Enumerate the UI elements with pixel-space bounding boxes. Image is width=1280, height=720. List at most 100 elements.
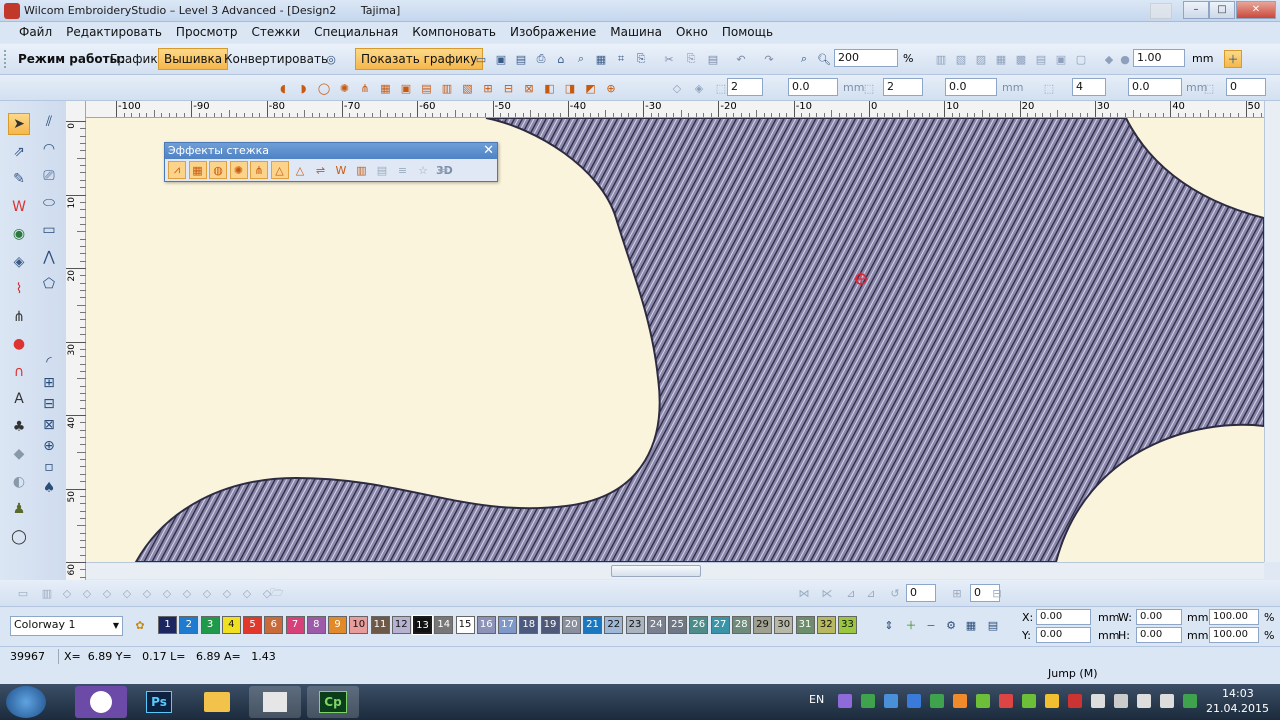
zoom-input[interactable]: 200 xyxy=(834,49,898,67)
color-swatch-9[interactable]: 9 xyxy=(328,616,347,634)
color-swatch-21[interactable]: 21 xyxy=(583,616,602,634)
color-swatch-22[interactable]: 22 xyxy=(604,616,624,634)
stitch-type-1-icon[interactable]: ◗ xyxy=(295,79,313,97)
left-tool-10-icon[interactable]: A xyxy=(8,388,30,410)
left-tool-3-icon[interactable]: W xyxy=(8,196,30,218)
param-field-e[interactable]: 4 xyxy=(1072,78,1106,96)
color-swatch-8[interactable]: 8 xyxy=(306,616,326,634)
palette-close-button[interactable]: ✕ xyxy=(483,143,494,158)
arrange-tool-3-icon[interactable]: ▦ xyxy=(992,50,1010,68)
start-button[interactable] xyxy=(6,686,46,718)
stitch-type-9-icon[interactable]: ▧ xyxy=(459,79,477,97)
stitch-effect-10-icon[interactable]: ▤ xyxy=(373,161,391,179)
left-tool2-2-icon[interactable]: ⎚ xyxy=(38,165,60,187)
file-tool-4-icon[interactable]: ⌂ xyxy=(552,50,570,68)
left-tool2-3-icon[interactable]: ⬭ xyxy=(38,192,60,214)
param-4-icon[interactable]: ⬚ xyxy=(1040,79,1058,97)
stitch-type-5-icon[interactable]: ▦ xyxy=(377,79,395,97)
color-swatch-14[interactable]: 14 xyxy=(434,616,454,634)
color-swatch-3[interactable]: 3 xyxy=(200,616,220,634)
color-swatch-4[interactable]: 4 xyxy=(221,616,241,634)
tray-1-icon[interactable] xyxy=(861,694,875,708)
left-tool-8-icon[interactable]: ● xyxy=(8,333,30,355)
swatch-scroll-icon[interactable]: ⇕ xyxy=(880,616,898,634)
left-tool-2-icon[interactable]: ✎ xyxy=(8,168,30,190)
clock-time[interactable]: 14:03 xyxy=(1222,687,1254,700)
left-tool2-6-icon[interactable]: ⬠ xyxy=(38,273,60,295)
menu-item-3[interactable]: Стежки xyxy=(245,25,308,39)
menu-item-4[interactable]: Специальная xyxy=(307,25,405,39)
remove-color-icon[interactable]: − xyxy=(922,616,940,634)
tray-11-icon[interactable] xyxy=(1091,694,1105,708)
stitch-type-6-icon[interactable]: ▣ xyxy=(397,79,415,97)
param-field-c[interactable]: 2 xyxy=(883,78,923,96)
arrange-tool-5-icon[interactable]: ▤ xyxy=(1032,50,1050,68)
sequence-11-icon[interactable]: ◇ xyxy=(238,584,256,602)
stitch-effect-6-icon[interactable]: △ xyxy=(291,161,309,179)
tray-0-icon[interactable] xyxy=(838,694,852,708)
param-field-b[interactable]: 0.0 xyxy=(788,78,838,96)
stitch-type-7-icon[interactable]: ▤ xyxy=(418,79,436,97)
w-input[interactable]: 0.00 xyxy=(1136,609,1182,625)
param-field-g[interactable]: 0 xyxy=(1226,78,1266,96)
stitch-type-14-icon[interactable]: ◨ xyxy=(561,79,579,97)
minimize-button[interactable]: – xyxy=(1183,1,1209,19)
tray-8-icon[interactable] xyxy=(1022,694,1036,708)
file-tool-6-icon[interactable]: ▦ xyxy=(592,50,610,68)
param-1-icon[interactable]: ◈ xyxy=(690,79,708,97)
color-swatch-17[interactable]: 17 xyxy=(498,616,517,634)
stitch-effect-5-icon[interactable]: △ xyxy=(270,161,289,179)
color-swatch-33[interactable]: 33 xyxy=(838,616,857,634)
sequence-8-icon[interactable]: ◇ xyxy=(178,584,196,602)
left-tool-6-icon[interactable]: ⌇ xyxy=(8,278,30,300)
left-tool-11-icon[interactable]: ♣ xyxy=(8,416,30,438)
left-tool-4-icon[interactable]: ◉ xyxy=(8,223,30,245)
color-swatch-32[interactable]: 32 xyxy=(816,616,836,634)
menu-item-1[interactable]: Редактировать xyxy=(59,25,169,39)
stitch-effect-12-icon[interactable]: ☆ xyxy=(414,161,432,179)
param-3-icon[interactable]: ⬚ xyxy=(860,79,878,97)
stitch-type-4-icon[interactable]: ⋔ xyxy=(356,79,374,97)
file-tool-1-icon[interactable]: ▣ xyxy=(492,50,510,68)
add-color-icon[interactable]: ＋ xyxy=(902,616,920,634)
color-swatch-1[interactable]: 1 xyxy=(158,616,177,634)
horizontal-scrollbar[interactable] xyxy=(86,562,1264,579)
file-tool-2-icon[interactable]: ▤ xyxy=(512,50,530,68)
horizontal-scroll-thumb[interactable] xyxy=(611,565,701,577)
left-tool2-1-icon[interactable]: ◠ xyxy=(38,138,60,160)
menu-item-6[interactable]: Изображение xyxy=(503,25,603,39)
stitch-effect-4-icon[interactable]: ⋔ xyxy=(250,161,268,179)
param-field-a[interactable]: 2 xyxy=(727,78,763,96)
sequence-5-icon[interactable]: ◇ xyxy=(118,584,136,602)
h-percent-input[interactable]: 100.00 xyxy=(1209,627,1259,643)
tray-4-icon[interactable] xyxy=(930,694,944,708)
stitch-type-3-icon[interactable]: ✺ xyxy=(336,79,354,97)
taskbar-explorer-icon[interactable] xyxy=(191,686,243,718)
left-tool-15-icon[interactable]: ◯ xyxy=(8,526,30,548)
sequence-2-icon[interactable]: ◇ xyxy=(58,584,76,602)
color-film-icon[interactable]: ▦ xyxy=(962,616,980,634)
tb3-tool-5-icon[interactable]: ⊞ xyxy=(948,584,966,602)
scale-input[interactable]: 1.00 xyxy=(1133,49,1185,67)
stitch-type-12-icon[interactable]: ⊠ xyxy=(520,79,538,97)
left-tool-1-icon[interactable]: ⇗ xyxy=(8,141,30,163)
app-logo-icon[interactable] xyxy=(4,3,20,19)
left-tool2-4-icon[interactable]: ▭ xyxy=(38,219,60,241)
show-graphics-button[interactable]: Показать графику xyxy=(355,48,484,70)
tray-2-icon[interactable] xyxy=(884,694,898,708)
color-swatch-24[interactable]: 24 xyxy=(646,616,666,634)
sequence-0-icon[interactable]: ▭ xyxy=(14,584,32,602)
left-tool-14-icon[interactable]: ♟ xyxy=(8,498,30,520)
maximize-button[interactable]: □ xyxy=(1209,1,1235,19)
tray-15-icon[interactable] xyxy=(1183,694,1197,708)
edit-tool-4-icon[interactable]: ↷ xyxy=(760,50,778,68)
left-tool-0-icon[interactable]: ➤ xyxy=(8,113,30,135)
stitch-type-16-icon[interactable]: ⊕ xyxy=(602,79,620,97)
menu-item-7[interactable]: Машина xyxy=(603,25,669,39)
sequence-3-icon[interactable]: ◇ xyxy=(78,584,96,602)
file-tool-5-icon[interactable]: ⌕ xyxy=(572,50,590,68)
stitch-type-2-icon[interactable]: ◯ xyxy=(315,79,333,97)
stitch-area-main[interactable] xyxy=(134,118,1264,562)
thread-icon[interactable]: ⚙ xyxy=(942,616,960,634)
tb3-field-a[interactable]: 0 xyxy=(906,584,936,602)
